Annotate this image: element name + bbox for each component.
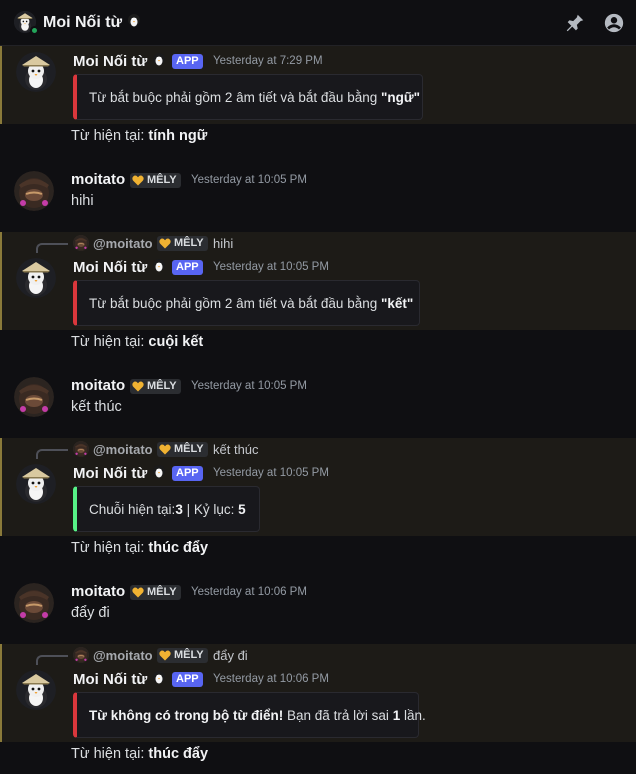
reply-connector xyxy=(36,449,68,459)
heart-icon xyxy=(159,238,171,249)
message-text: hihi xyxy=(71,193,94,209)
bot-message: @moitato MÊLY kết thúc Moi Nối từ APP Ye… xyxy=(0,438,636,536)
message-text: kết thúc xyxy=(71,399,122,415)
embed-error: Từ bắt buộc phải gồm 2 âm tiết và bắt đầ… xyxy=(73,280,420,326)
penguin-emoji-icon xyxy=(151,52,167,68)
app-tag: APP xyxy=(172,54,203,69)
bot-message: @moitato MÊLY đẩy đi Moi Nối từ APP Yest… xyxy=(0,644,636,742)
reply-preview[interactable]: hihi xyxy=(213,236,233,251)
bot-avatar-icon[interactable] xyxy=(16,52,56,92)
bot-avatar-icon[interactable] xyxy=(16,464,56,504)
timestamp: Yesterday at 10:05 PM xyxy=(213,467,329,479)
user-message: moitato MÊLY Yesterday at 10:05 PM hihi xyxy=(0,165,636,225)
penguin-emoji-icon xyxy=(151,258,167,274)
current-word-line: Từ hiện tại: thúc đẩy xyxy=(71,746,209,762)
online-status-icon xyxy=(30,26,39,35)
reply-avatar-icon xyxy=(73,647,89,663)
user-message: moitato MÊLY Yesterday at 10:05 PM kết t… xyxy=(0,371,636,431)
app-tag: APP xyxy=(172,672,203,687)
bot-message: @moitato MÊLY hihi Moi Nối từ APP Yester… xyxy=(0,232,636,330)
embed-streak: Chuỗi hiện tại: 3 | Kỷ lục: 5 xyxy=(73,486,260,532)
penguin-emoji-icon xyxy=(151,464,167,480)
heart-icon xyxy=(159,444,171,455)
reply-mention[interactable]: @moitato xyxy=(93,648,153,663)
embed-error: Từ không có trong bộ từ điển! Bạn đã trả… xyxy=(73,692,426,738)
user-message: moitato MÊLY Yesterday at 10:06 PM đẩy đ… xyxy=(0,577,636,637)
heart-icon xyxy=(132,381,144,392)
current-word-line: Từ hiện tại: cuội kết xyxy=(71,334,204,350)
message-text: đẩy đi xyxy=(71,605,110,621)
user-avatar-icon[interactable] xyxy=(14,583,54,623)
user-name[interactable]: moitato xyxy=(71,377,125,394)
channel-header: Moi Nối từ xyxy=(0,0,636,46)
heart-icon xyxy=(159,650,171,661)
bot-avatar-icon[interactable] xyxy=(16,670,56,710)
reply-preview[interactable]: kết thúc xyxy=(213,442,259,457)
heart-icon xyxy=(132,175,144,186)
timestamp: Yesterday at 10:05 PM xyxy=(191,380,307,392)
channel-title: Moi Nối từ xyxy=(43,13,142,32)
user-avatar-icon[interactable] xyxy=(14,377,54,417)
role-tag: MÊLY xyxy=(157,648,208,663)
reply-connector xyxy=(36,655,68,665)
role-tag: MÊLY xyxy=(157,442,208,457)
reply-mention[interactable]: @moitato xyxy=(93,236,153,251)
reply-avatar-icon xyxy=(73,235,89,251)
bot-message: Moi Nối từ APP Yesterday at 7:29 PM Từ b… xyxy=(0,46,636,124)
embed-error: Từ bắt buộc phải gồm 2 âm tiết và bắt đầ… xyxy=(73,74,423,120)
bot-name[interactable]: Moi Nối từ xyxy=(73,52,167,70)
heart-icon xyxy=(132,587,144,598)
current-word-line: Từ hiện tại: thúc đẩy xyxy=(71,540,209,556)
role-tag: MÊLY xyxy=(157,236,208,251)
role-tag: MÊLY xyxy=(130,379,181,394)
reply-avatar-icon xyxy=(73,441,89,457)
timestamp: Yesterday at 10:05 PM xyxy=(213,261,329,273)
timestamp: Yesterday at 10:05 PM xyxy=(191,174,307,186)
pin-icon[interactable] xyxy=(564,12,586,34)
reply-mention[interactable]: @moitato xyxy=(93,442,153,457)
timestamp: Yesterday at 10:06 PM xyxy=(191,586,307,598)
bot-name[interactable]: Moi Nối từ xyxy=(73,670,167,688)
app-tag: APP xyxy=(172,466,203,481)
role-tag: MÊLY xyxy=(130,173,181,188)
bot-avatar-icon[interactable] xyxy=(16,258,56,298)
user-name[interactable]: moitato xyxy=(71,171,125,188)
penguin-emoji-icon xyxy=(151,670,167,686)
app-tag: APP xyxy=(172,260,203,275)
role-tag: MÊLY xyxy=(130,585,181,600)
reply-connector xyxy=(36,243,68,253)
bot-name[interactable]: Moi Nối từ xyxy=(73,464,167,482)
reply-preview[interactable]: đẩy đi xyxy=(213,648,248,663)
timestamp: Yesterday at 10:06 PM xyxy=(213,673,329,685)
member-list-icon[interactable] xyxy=(603,12,625,34)
current-word-line: Từ hiện tại: tính ngữ xyxy=(71,128,208,144)
penguin-emoji-icon xyxy=(126,13,142,29)
timestamp: Yesterday at 7:29 PM xyxy=(213,55,323,67)
bot-name[interactable]: Moi Nối từ xyxy=(73,258,167,276)
user-avatar-icon[interactable] xyxy=(14,171,54,211)
user-name[interactable]: moitato xyxy=(71,583,125,600)
